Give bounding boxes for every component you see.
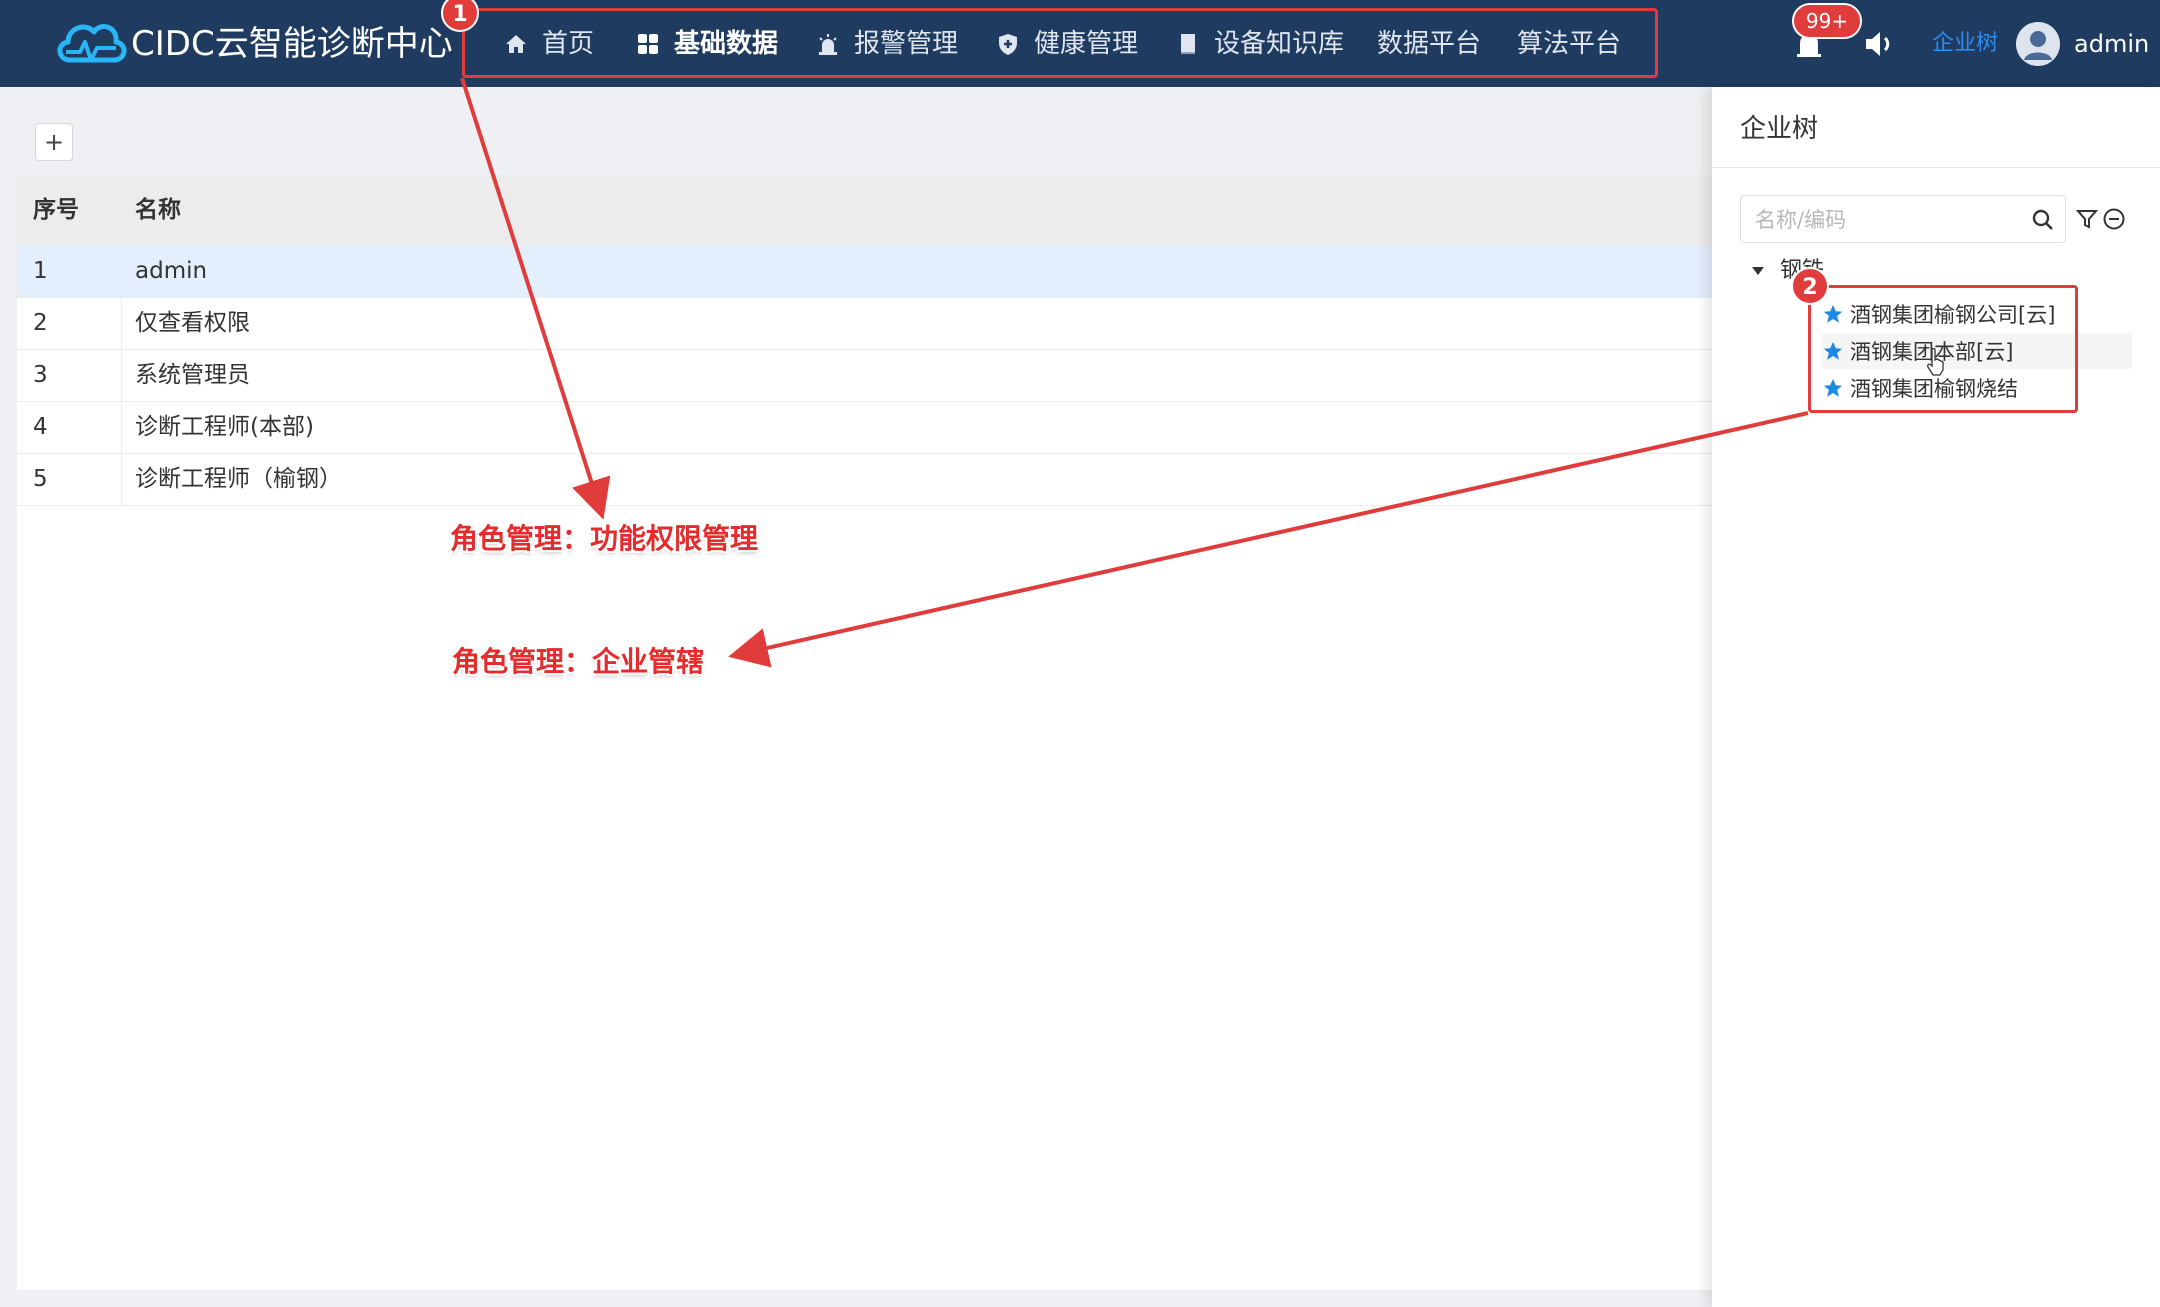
row-name: 仅查看权限 bbox=[135, 310, 250, 336]
nav-highlight-box bbox=[462, 8, 1658, 78]
top-header: CIDC云智能诊断中心 首页 基础数据 报警管理 健康管理 设备知识库 数据平台… bbox=[0, 0, 2160, 87]
table-row[interactable]: 2 仅查看权限 bbox=[17, 297, 1712, 350]
row-index: 5 bbox=[33, 466, 48, 492]
panel-title: 企业树 bbox=[1740, 114, 1819, 144]
annotation-badge-2: 2 bbox=[1791, 267, 1829, 305]
volume-icon[interactable] bbox=[1862, 28, 1896, 60]
table-row[interactable]: 5 诊断工程师（榆钢） bbox=[17, 453, 1712, 506]
add-button[interactable]: + bbox=[35, 123, 73, 161]
search-icon[interactable] bbox=[2031, 208, 2055, 232]
row-index: 4 bbox=[33, 414, 48, 440]
username[interactable]: admin bbox=[2074, 24, 2149, 64]
notification-badge: 99+ bbox=[1792, 3, 1862, 39]
annotation-text-enterprise-jurisdiction: 角色管理：企业管辖 bbox=[452, 645, 705, 678]
column-index-header[interactable]: 序号 bbox=[33, 175, 79, 245]
table-row[interactable]: 4 诊断工程师(本部) bbox=[17, 401, 1712, 454]
hand-cursor-icon bbox=[1927, 348, 1944, 376]
annotation-text-function-permission: 角色管理：功能权限管理 bbox=[450, 522, 759, 555]
panel-divider bbox=[1712, 167, 2160, 168]
table-row[interactable]: 3 系统管理员 bbox=[17, 349, 1712, 402]
row-index: 2 bbox=[33, 310, 48, 336]
row-name: 诊断工程师(本部) bbox=[135, 414, 314, 440]
table-row[interactable]: 1 admin bbox=[17, 245, 1712, 298]
role-table: 序号 名称 1 admin 2 仅查看权限 3 系统管理员 4 诊断工程师(本部… bbox=[17, 175, 1712, 1290]
row-name: admin bbox=[135, 258, 208, 284]
row-index: 1 bbox=[33, 258, 48, 284]
avatar[interactable] bbox=[2016, 22, 2060, 66]
column-divider bbox=[121, 175, 122, 507]
user-avatar-icon bbox=[2016, 22, 2060, 66]
column-name-header[interactable]: 名称 bbox=[135, 175, 181, 245]
enterprise-tree-link[interactable]: 企业树 bbox=[1932, 26, 1998, 62]
row-name: 诊断工程师（榆钢） bbox=[135, 466, 342, 492]
table-header: 序号 名称 bbox=[17, 175, 1712, 245]
tree-search bbox=[1740, 195, 2066, 243]
filter-icon[interactable] bbox=[2076, 208, 2098, 230]
enterprise-tree-panel: 企业树 钢铁 酒钢集团榆钢公司[云] 酒钢集团本部[云] 酒钢集团榆钢烧结 bbox=[1712, 87, 2160, 1307]
app-title: CIDC云智能诊断中心 bbox=[131, 24, 453, 64]
row-name: 系统管理员 bbox=[135, 362, 250, 388]
collapse-all-icon[interactable] bbox=[2102, 207, 2126, 231]
row-index: 3 bbox=[33, 362, 48, 388]
cloud-logo-icon bbox=[57, 24, 127, 63]
caret-down-icon[interactable] bbox=[1750, 263, 1766, 279]
tree-search-input[interactable] bbox=[1753, 204, 2017, 236]
